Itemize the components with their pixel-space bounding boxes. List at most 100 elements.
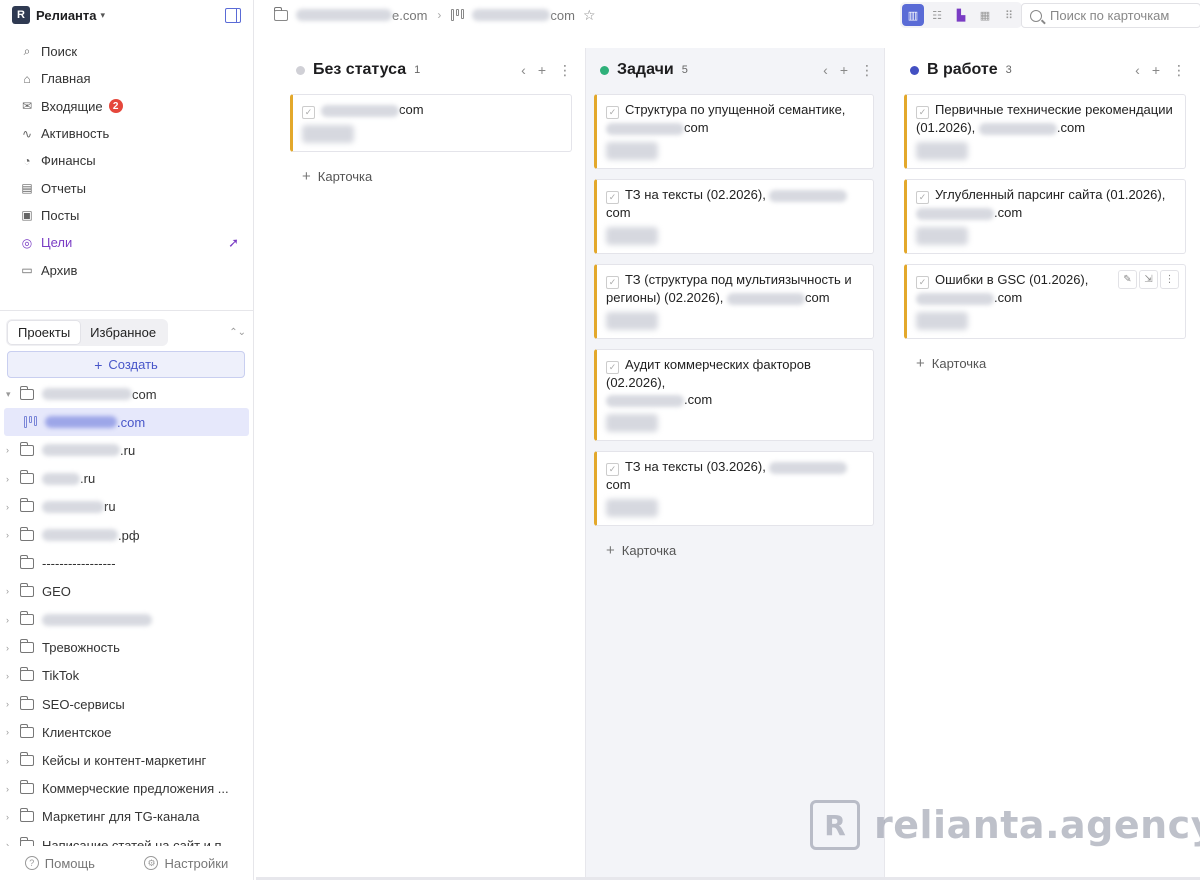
tree-item-folder[interactable]: › .ru [0,465,253,493]
caret-icon[interactable]: › [6,727,16,737]
caret-icon[interactable]: › [6,530,16,540]
caret-icon[interactable]: › [6,445,16,455]
nav-item-0[interactable]: ⌕ Поиск [0,38,253,65]
tree-item-folder[interactable]: ----------------- [0,549,253,577]
caret-icon[interactable]: › [6,784,16,794]
star-icon[interactable]: ☆ [583,7,596,24]
caret-icon[interactable]: › [6,615,16,625]
collapse-icon[interactable]: ⌃⌄ [229,327,246,338]
gantt-view-icon[interactable]: ▙ [950,4,972,26]
task-card[interactable]: ✓ ТЗ на тексты (02.2026), com [594,179,874,254]
caret-icon[interactable]: › [6,474,16,484]
settings-button[interactable]: ⚙ Настройки [144,856,228,871]
more-icon[interactable]: ⋮ [1160,270,1179,289]
tree-item-board[interactable]: .com [4,408,249,437]
task-card[interactable]: ✓ Аудит коммерческих факторов (02.2026),.… [594,349,874,441]
tree-item-folder[interactable]: › Клиентское [0,718,253,746]
checkbox-icon[interactable]: ✓ [916,106,929,119]
tree-item-folder[interactable]: › Тревожность [0,634,253,662]
edit-icon[interactable]: ✎ [1118,270,1137,289]
caret-icon[interactable]: › [6,502,16,512]
caret-icon[interactable]: › [6,643,16,653]
project-tree: ▾ com .com › .ru › .ru › ru › .рф -----------------… [0,380,253,848]
task-card[interactable]: ✓ com [290,94,572,152]
nav-item-2[interactable]: ✉ Входящие 2 [0,93,253,120]
add-card-button[interactable]: + Карточка [586,536,884,564]
sidebar-toggle-icon[interactable] [225,7,241,23]
task-card[interactable]: ✓ Первичные технические рекомендации (01.… [904,94,1186,169]
nav-item-6[interactable]: ▣ Посты [0,202,253,229]
tree-item-folder[interactable]: › TikTok [0,662,253,690]
chevron-left-icon[interactable]: ‹ [1135,62,1140,79]
caret-icon[interactable]: ▾ [6,389,16,400]
checkbox-icon[interactable]: ✓ [606,463,619,476]
tree-item-folder[interactable]: › [0,606,253,634]
subtask-icon[interactable]: ⇲ [1139,270,1158,289]
chevron-left-icon[interactable]: ‹ [521,62,526,79]
workspace-name[interactable]: Релианта [36,8,97,23]
checkbox-icon[interactable]: ✓ [916,276,929,289]
nav-item-1[interactable]: ⌂ Главная [0,65,253,92]
caret-icon[interactable]: › [6,812,16,822]
plus-icon[interactable]: + [538,62,546,79]
redacted-text [42,472,80,485]
redacted-text [978,122,1057,135]
checkbox-icon[interactable]: ✓ [606,106,619,119]
add-card-button[interactable]: + Карточка [896,349,1196,377]
tab-projects[interactable]: Проекты [8,320,81,344]
more-icon[interactable]: ⋮ [558,62,572,79]
workspace-header[interactable]: R Релианта ▾ [0,0,253,30]
tree-item-folder[interactable]: › .ru [0,436,253,464]
tree-item-folder[interactable]: › Кейсы и контент-маркетинг [0,746,253,774]
nav-item-3[interactable]: ∿ Активность [0,120,253,147]
caret-icon[interactable]: › [6,699,16,709]
tree-item-folder[interactable]: › GEO [0,577,253,605]
checkbox-icon[interactable]: ✓ [606,361,619,374]
tree-item-folder[interactable]: › Маркетинг для TG-канала [0,803,253,831]
tree-item-folder[interactable]: › SEO-сервисы [0,690,253,718]
caret-icon[interactable]: › [6,586,16,596]
checkbox-icon[interactable]: ✓ [916,191,929,204]
tab-favorites[interactable]: Избранное [80,321,166,344]
nav-item-8[interactable]: ▭ Архив [0,256,253,283]
nav-item-4[interactable]: ◔ Финансы [0,147,253,174]
search-input[interactable] [1050,8,1190,23]
task-card[interactable]: ✓ ТЗ на тексты (03.2026), com [594,451,874,526]
tree-item-folder[interactable]: › ru [0,493,253,521]
plus-icon[interactable]: + [840,62,848,79]
plus-icon[interactable]: + [1152,62,1160,79]
column-title[interactable]: Задачи [617,61,674,79]
column-title[interactable]: Без статуса [313,61,406,79]
more-icon[interactable]: ⋮ [1172,62,1186,79]
column-title[interactable]: В работе [927,61,998,79]
tree-item-folder[interactable]: › .рф [0,521,253,549]
nav-item-7[interactable]: ◎ Цели ➚ [0,229,253,256]
task-card[interactable]: ✓ Структура по упущенной семантике, com [594,94,874,169]
tree-item-folder[interactable]: › Коммерческие предложения ... [0,775,253,803]
tree-label: ru [104,499,116,515]
task-card[interactable]: ✓ Углубленный парсинг сайта (01.2026), .co… [904,179,1186,254]
rocket-icon[interactable]: ➚ [228,235,239,251]
more-icon[interactable]: ⋮ [860,62,874,79]
calendar-view-icon[interactable]: ▦ [974,4,996,26]
nav-item-5[interactable]: ▤ Отчеты [0,174,253,201]
chevron-down-icon[interactable]: ▾ [101,10,106,21]
add-card-button[interactable]: + Карточка [282,162,582,190]
tree-item-folder[interactable]: ▾ com [0,380,253,408]
card-search[interactable] [1021,3,1200,28]
list-view-icon[interactable]: ☷ [926,4,948,26]
task-card[interactable]: ✎ ⇲ ⋮ ✓ Ошибки в GSC (01.2026), .com [904,264,1186,339]
help-button[interactable]: ? Помощь [24,856,95,871]
breadcrumb-board[interactable]: com [550,8,575,23]
grid-view-icon[interactable]: ⠿ [998,4,1020,26]
checkbox-icon[interactable]: ✓ [606,191,619,204]
checkbox-icon[interactable]: ✓ [302,106,315,119]
checkbox-icon[interactable]: ✓ [606,276,619,289]
create-project-button[interactable]: + Создать [7,351,245,378]
breadcrumb-project[interactable]: e.com [392,8,427,23]
kanban-view-icon[interactable]: ▥ [902,4,924,26]
caret-icon[interactable]: › [6,756,16,766]
caret-icon[interactable]: › [6,671,16,681]
chevron-left-icon[interactable]: ‹ [823,62,828,79]
task-card[interactable]: ✓ ТЗ (структура под мультиязычность и рег… [594,264,874,339]
